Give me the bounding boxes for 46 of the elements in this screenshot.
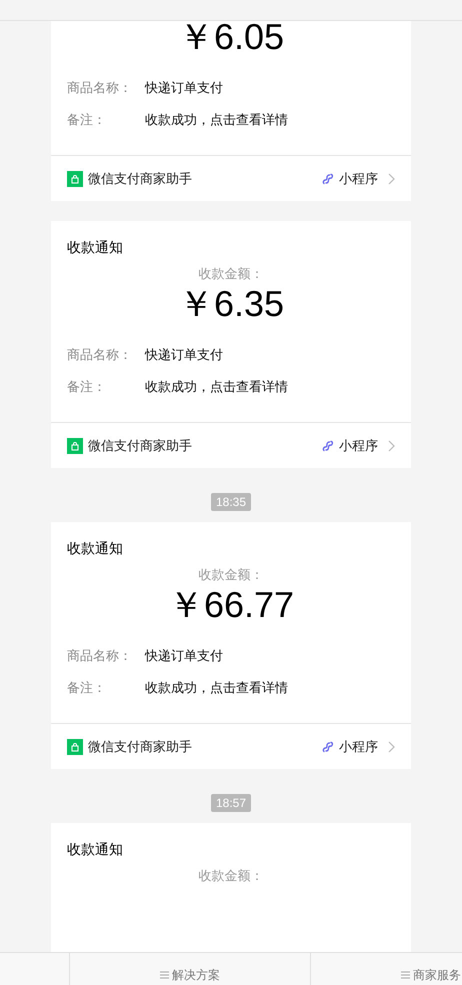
timestamp: 18:35 (210, 493, 252, 511)
amount: ￥6.35 (178, 284, 284, 324)
message-card[interactable]: 收款通知 收款金额： ￥66.77 商品名称： 快递订单支付 备注： 收款成功，点击查看详情 微信支付商家助手 小程序 (51, 522, 411, 769)
field-label: 商品名称： (67, 647, 133, 665)
field-value: 快递订单支付 (145, 647, 223, 665)
field-label: 商品名称： (67, 79, 133, 97)
link-icon (322, 440, 334, 452)
timestamp: 18:57 (210, 794, 252, 812)
message-card[interactable]: ￥6.05 商品名称： 快递订单支付 备注： 收款成功，点击查看详情 微信支付商家助手 小程序 (51, 21, 411, 201)
bag-icon (67, 438, 83, 454)
menu-tab[interactable]: 解决方案 (70, 953, 311, 985)
card-title: 收款通知 (66, 840, 124, 858)
amount: ￥66.77 (168, 585, 294, 625)
card-title: 收款通知 (66, 238, 124, 256)
amount-label: 收款金额： (198, 566, 264, 584)
message-card[interactable]: 收款通知 收款金额： (51, 823, 411, 952)
amount-label: 收款金额： (198, 265, 264, 283)
field-label: 备注： (67, 378, 107, 396)
link-icon (322, 172, 334, 184)
menu-tab[interactable]: 商家服务 (311, 953, 462, 985)
field-value: 收款成功，点击查看详情 (145, 378, 288, 396)
mini-program-link[interactable]: 小程序 (322, 168, 395, 188)
field-value: 快递订单支付 (145, 346, 223, 364)
field-value: 收款成功，点击查看详情 (145, 679, 288, 697)
bag-icon (67, 170, 83, 186)
link-icon (322, 740, 334, 752)
bag-icon (67, 738, 83, 754)
source-name: 微信支付商家助手 (88, 436, 192, 455)
chevron-icon (388, 740, 395, 752)
amount: ￥6.05 (178, 21, 284, 57)
menu-icon (160, 971, 169, 979)
field-value: 快递订单支付 (145, 79, 223, 97)
field-value: 收款成功，点击查看详情 (145, 111, 288, 129)
source-name: 微信支付商家助手 (88, 170, 192, 188)
mini-program-link[interactable]: 小程序 (322, 436, 395, 456)
card-title: 收款通知 (66, 539, 124, 557)
chevron-icon (388, 440, 395, 452)
mini-program-link[interactable]: 小程序 (322, 736, 395, 756)
amount-label: 收款金额： (198, 867, 264, 885)
source-name: 微信支付商家助手 (88, 738, 192, 756)
field-label: 备注： (67, 679, 107, 697)
field-label: 商品名称： (67, 346, 133, 364)
message-card[interactable]: 收款通知 收款金额： ￥6.35 商品名称： 快递订单支付 备注： 收款成功，点击查看详情 微信支付商家助手 小程序 (51, 221, 411, 468)
menu-icon (401, 971, 410, 979)
chevron-icon (388, 172, 395, 184)
field-label: 备注： (67, 111, 107, 129)
